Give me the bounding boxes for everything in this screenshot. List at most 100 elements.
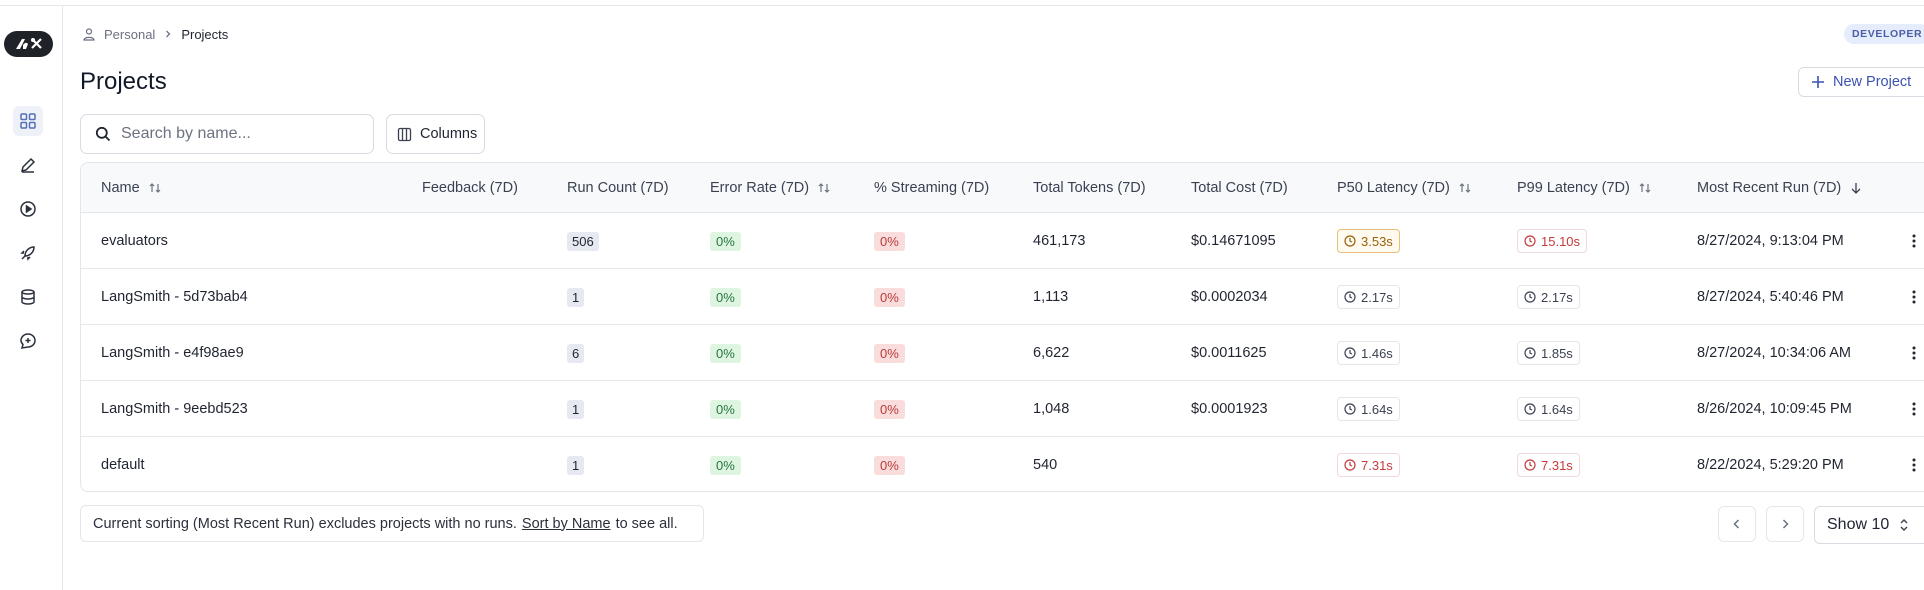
most-recent-run: 8/27/2024, 9:13:04 PM bbox=[1697, 233, 1844, 249]
col-name-label: Name bbox=[101, 180, 140, 196]
new-project-button[interactable]: New Project bbox=[1798, 67, 1924, 97]
total-tokens: 1,113 bbox=[1033, 289, 1069, 305]
p50-latency: 3.53s bbox=[1337, 229, 1400, 253]
p99-value: 1.64s bbox=[1541, 401, 1573, 417]
developer-badge: DEVELOPER bbox=[1844, 24, 1924, 44]
projects-table: Name Feedback (7D) Run Count (7D) Error … bbox=[80, 162, 1924, 492]
p50-value: 1.64s bbox=[1361, 401, 1393, 417]
p99-latency: 15.10s bbox=[1517, 229, 1588, 253]
total-cost: $0.0001923 bbox=[1191, 401, 1268, 417]
new-project-label: New Project bbox=[1833, 74, 1912, 90]
col-name-header[interactable]: Name bbox=[101, 163, 162, 213]
col-tokens-header[interactable]: Total Tokens (7D) bbox=[1033, 163, 1146, 213]
run-count-badge: 1 bbox=[567, 399, 585, 419]
col-streaming-header[interactable]: % Streaming (7D) bbox=[874, 163, 989, 213]
project-name[interactable]: default bbox=[101, 437, 145, 491]
most-recent-run: 8/26/2024, 10:09:45 PM bbox=[1697, 401, 1852, 417]
col-feedback-header[interactable]: Feedback (7D) bbox=[422, 163, 518, 213]
sort-desc-icon bbox=[1851, 183, 1861, 194]
langsmith-logo[interactable] bbox=[4, 31, 53, 57]
p99-value: 15.10s bbox=[1541, 233, 1581, 249]
sort-icon bbox=[818, 183, 830, 193]
error-rate-badge: 0% bbox=[710, 231, 741, 251]
project-name[interactable]: LangSmith - 9eebd523 bbox=[101, 381, 248, 437]
breadcrumb: Personal Projects bbox=[82, 25, 228, 43]
streaming-badge: 0% bbox=[874, 455, 905, 475]
play-nav-icon[interactable] bbox=[13, 194, 43, 224]
p99-latency: 2.17s bbox=[1517, 285, 1580, 309]
col-p50-header[interactable]: P50 Latency (7D) bbox=[1337, 163, 1472, 213]
project-name[interactable]: LangSmith - 5d73bab4 bbox=[101, 269, 248, 325]
col-p50-label: P50 Latency (7D) bbox=[1337, 180, 1450, 196]
total-tokens: 540 bbox=[1033, 457, 1058, 473]
chevron-up-down-icon bbox=[1900, 519, 1908, 531]
search-box bbox=[80, 114, 374, 154]
col-p99-label: P99 Latency (7D) bbox=[1517, 180, 1630, 196]
project-name[interactable]: LangSmith - e4f98ae9 bbox=[101, 325, 244, 381]
prev-page-button[interactable] bbox=[1718, 506, 1756, 542]
chat-nav-icon[interactable] bbox=[13, 326, 43, 356]
p50-value: 3.53s bbox=[1361, 233, 1393, 249]
p50-value: 1.46s bbox=[1361, 345, 1393, 361]
clock-icon bbox=[1524, 291, 1536, 303]
chevron-right-icon bbox=[166, 30, 171, 38]
table-row[interactable]: default 1 0% 0% 540 7.31s 7.31s 8/22/202… bbox=[81, 437, 1924, 491]
chevron-left-icon bbox=[1733, 519, 1740, 529]
total-tokens: 461,173 bbox=[1033, 233, 1086, 249]
datasets-nav-icon[interactable] bbox=[13, 282, 43, 312]
more-options-icon[interactable] bbox=[1904, 269, 1924, 325]
col-errorrate-header[interactable]: Error Rate (7D) bbox=[710, 163, 831, 213]
run-count-badge: 506 bbox=[567, 231, 599, 251]
projects-nav-icon[interactable] bbox=[13, 106, 43, 136]
clock-icon bbox=[1524, 347, 1536, 359]
col-recent-header[interactable]: Most Recent Run (7D) bbox=[1697, 163, 1863, 213]
table-row[interactable]: LangSmith - e4f98ae9 6 0% 0% 6,622 $0.00… bbox=[81, 325, 1924, 381]
error-rate-badge: 0% bbox=[710, 343, 741, 363]
table-row[interactable]: LangSmith - 5d73bab4 1 0% 0% 1,113 $0.00… bbox=[81, 269, 1924, 325]
clock-icon bbox=[1524, 459, 1536, 471]
col-runcount-label: Run Count (7D) bbox=[567, 180, 669, 196]
col-streaming-label: % Streaming (7D) bbox=[874, 180, 990, 196]
p50-value: 2.17s bbox=[1361, 289, 1393, 305]
p99-value: 2.17s bbox=[1541, 289, 1573, 305]
run-count-badge: 1 bbox=[567, 287, 585, 307]
streaming-badge: 0% bbox=[874, 287, 905, 307]
p99-latency: 7.31s bbox=[1517, 453, 1580, 477]
sorting-notice-text: Current sorting (Most Recent Run) exclud… bbox=[93, 515, 517, 532]
more-options-icon[interactable] bbox=[1904, 325, 1924, 381]
plus-icon bbox=[1812, 76, 1824, 88]
next-page-button[interactable] bbox=[1766, 506, 1804, 542]
page-size-select[interactable]: Show 10 bbox=[1814, 506, 1924, 544]
columns-button[interactable]: Columns bbox=[386, 114, 485, 154]
clock-icon bbox=[1524, 235, 1536, 247]
p99-value: 1.85s bbox=[1541, 345, 1573, 361]
total-cost: $0.14671095 bbox=[1191, 233, 1276, 249]
breadcrumb-projects: Projects bbox=[181, 26, 229, 42]
sort-by-name-link[interactable]: Sort by Name bbox=[522, 516, 611, 532]
streaming-badge: 0% bbox=[874, 231, 905, 251]
top-divider bbox=[0, 5, 1924, 6]
more-options-icon[interactable] bbox=[1904, 213, 1924, 269]
sidebar bbox=[0, 6, 63, 590]
columns-icon bbox=[397, 127, 412, 141]
search-icon bbox=[95, 126, 111, 142]
annotate-nav-icon[interactable] bbox=[13, 150, 43, 180]
col-p99-header[interactable]: P99 Latency (7D) bbox=[1517, 163, 1652, 213]
breadcrumb-personal[interactable]: Personal bbox=[104, 27, 155, 42]
deploy-rocket-nav-icon[interactable] bbox=[13, 238, 43, 268]
table-row[interactable]: LangSmith - 9eebd523 1 0% 0% 1,048 $0.00… bbox=[81, 381, 1924, 437]
more-options-icon[interactable] bbox=[1904, 381, 1924, 437]
table-row[interactable]: evaluators 506 0% 0% 461,173 $0.14671095… bbox=[81, 213, 1924, 269]
col-cost-label: Total Cost (7D) bbox=[1191, 180, 1288, 196]
project-name[interactable]: evaluators bbox=[101, 213, 168, 269]
p50-latency: 7.31s bbox=[1337, 453, 1400, 477]
p99-latency: 1.85s bbox=[1517, 341, 1580, 365]
total-cost: $0.0011625 bbox=[1191, 345, 1267, 361]
col-runcount-header[interactable]: Run Count (7D) bbox=[567, 163, 669, 213]
col-cost-header[interactable]: Total Cost (7D) bbox=[1191, 163, 1288, 213]
more-options-icon[interactable] bbox=[1904, 437, 1924, 491]
run-count-badge: 1 bbox=[567, 455, 585, 475]
p50-latency: 1.64s bbox=[1337, 397, 1400, 421]
search-input[interactable] bbox=[121, 125, 351, 143]
sort-icon bbox=[1459, 183, 1471, 193]
